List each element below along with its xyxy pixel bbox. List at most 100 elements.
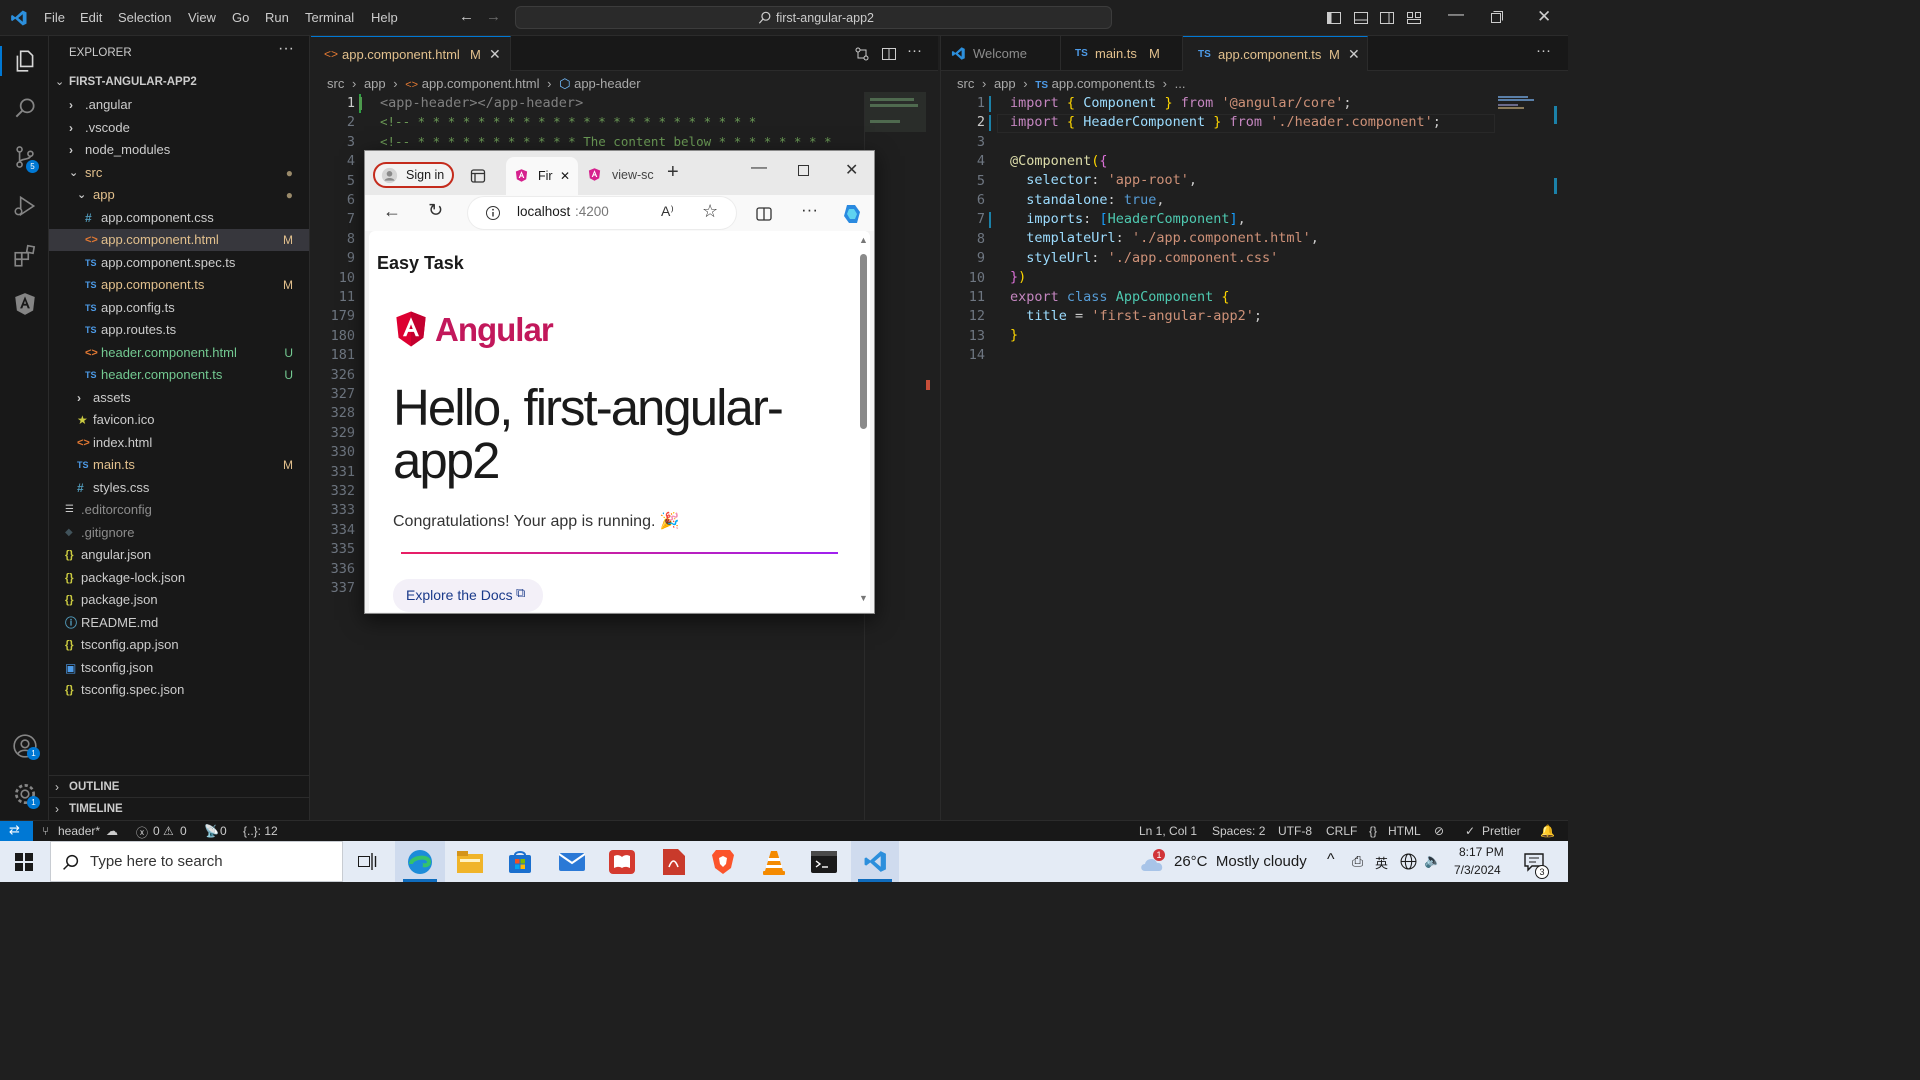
timeline-section[interactable]: › TIMELINE [49,797,309,819]
volume-icon[interactable]: 🔈 [1424,852,1441,869]
explorer-item[interactable]: # app.component.css [49,207,309,229]
explorer-item[interactable]: ▣ tsconfig.json [49,657,309,679]
scroll-down-icon[interactable]: ▼ [859,593,868,603]
split-screen-icon[interactable] [756,206,772,222]
error-count[interactable]: 0 [153,824,160,838]
menu-selection[interactable]: Selection [118,10,171,25]
task-view-icon[interactable] [358,853,377,870]
terminal-icon[interactable] [811,851,837,873]
code-line-7[interactable]: imports: [HeaderComponent], [1010,211,1246,227]
editor-more-icon[interactable]: ··· [1536,42,1551,59]
minimize-icon[interactable]: — [751,159,767,177]
breadcrumb-file[interactable]: app.component.html [422,76,540,91]
explorer-item[interactable]: › node_modules [49,139,309,161]
formatter[interactable]: Prettier [1482,824,1521,838]
explorer-item[interactable]: {} tsconfig.spec.json [49,679,309,701]
address-bar[interactable]: localhost :4200 A⁾ ☆ [468,197,736,229]
extensions-icon[interactable] [12,243,38,269]
explorer-item[interactable]: › .vscode [49,117,309,139]
explorer-item[interactable]: <> app.component.html M [49,229,309,251]
pdf-app-icon[interactable] [663,849,685,875]
indentation[interactable]: Spaces: 2 [1212,824,1265,838]
explorer-item[interactable]: <> index.html [49,432,309,454]
menu-file[interactable]: File [44,10,65,25]
tab-actions-icon[interactable] [470,168,486,184]
toggle-panel-icon[interactable] [1353,10,1369,26]
run-debug-icon[interactable] [12,193,38,219]
toggle-primary-sidebar-icon[interactable] [1326,10,1342,26]
more-actions-icon[interactable]: ··· [278,40,294,58]
scrollbar-thumb[interactable] [860,254,867,429]
scroll-up-icon[interactable]: ▲ [859,235,868,245]
explorer-item[interactable]: ★ favicon.ico [49,409,309,431]
menu-help[interactable]: Help [371,10,398,25]
code-line-5[interactable]: selector: 'app-root', [1010,172,1197,188]
vlc-icon[interactable] [762,849,786,875]
meet-now-icon[interactable]: ⎙ [1352,853,1363,870]
tab-app-component-html[interactable]: <> app.component.html M ✕ [311,36,511,71]
mail-icon[interactable] [559,851,585,873]
customize-layout-icon[interactable] [1406,10,1422,26]
encoding[interactable]: UTF-8 [1278,824,1312,838]
breadcrumb-app[interactable]: app [364,76,386,91]
explorer-item[interactable]: › .angular [49,94,309,116]
windows-start-icon[interactable] [15,853,33,871]
explorer-item[interactable]: › assets [49,387,309,409]
clock-date[interactable]: 7/3/2024 [1454,863,1501,877]
breadcrumb-more[interactable]: ... [1175,76,1186,91]
code-line-12[interactable]: title = 'first-angular-app2'; [1010,308,1262,324]
explorer-item[interactable]: # styles.css [49,477,309,499]
refresh-icon[interactable]: ↻ [428,200,443,221]
breadcrumb-app[interactable]: app [994,76,1016,91]
explorer-icon[interactable] [12,48,38,74]
menu-terminal[interactable]: Terminal [305,10,354,25]
code-line-6[interactable]: standalone: true, [1010,192,1164,208]
explorer-item[interactable]: TS app.component.ts M [49,274,309,296]
tab-welcome[interactable]: Welcome [941,36,1061,71]
code-line-9[interactable]: styleUrl: './app.component.css' [1010,250,1278,266]
explorer-item[interactable]: {} package.json [49,589,309,611]
site-info-icon[interactable] [485,205,501,221]
menu-view[interactable]: View [188,10,216,25]
workspace-root[interactable]: ⌄ FIRST-ANGULAR-APP2 [49,72,309,94]
minimize-icon[interactable]: — [1448,6,1464,24]
code-line-4[interactable]: @Component({ [1010,153,1108,169]
ime-icon[interactable]: 英 [1375,853,1388,872]
clock-time[interactable]: 8:17 PM [1459,845,1504,859]
explorer-item[interactable]: TS main.ts M [49,454,309,476]
code-line-2[interactable]: <!-- * * * * * * * * * * * * * * * * * *… [380,114,756,129]
code-line-1[interactable]: import { Component } from '@angular/core… [1010,95,1352,111]
forward-arrow-icon[interactable]: → [486,8,501,25]
explorer-item[interactable]: ⌄ src ● [49,162,309,184]
explore-docs-link[interactable]: Explore the Docs ⧉ [393,579,543,612]
explorer-item[interactable]: ◆ .gitignore [49,522,309,544]
code-line-3[interactable]: <!-- * * * * * * * * * * * The content b… [380,134,832,149]
close-tab-icon[interactable]: ✕ [1348,37,1360,72]
warning-count[interactable]: 0 [180,824,187,838]
explorer-item[interactable]: {} angular.json [49,544,309,566]
menu-go[interactable]: Go [232,10,249,25]
explorer-item[interactable]: ⓘ README.md [49,612,309,634]
menu-edit[interactable]: Edit [80,10,102,25]
explorer-item[interactable]: ☰ .editorconfig [49,499,309,521]
chevron-up-icon[interactable]: ^ [1327,851,1335,869]
breadcrumb-file[interactable]: app.component.ts [1052,76,1155,91]
new-tab-icon[interactable]: + [667,161,679,184]
search-view-icon[interactable] [12,95,38,121]
split-editor-icon[interactable] [881,46,897,62]
reader-app-icon[interactable] [609,850,635,874]
breadcrumb-symbol[interactable]: app-header [574,76,641,91]
explorer-item[interactable]: TS app.component.spec.ts [49,252,309,274]
language-mode[interactable]: HTML [1388,824,1421,838]
browser-tab-2[interactable]: view-sc [585,159,655,191]
close-tab-icon[interactable]: ✕ [560,160,570,192]
signin-button[interactable]: Sign in [373,162,454,188]
taskbar-vscode[interactable] [851,841,899,882]
code-line-13[interactable]: } [1010,327,1018,343]
explorer-item[interactable]: {} package-lock.json [49,567,309,589]
toggle-secondary-sidebar-icon[interactable] [1379,10,1395,26]
menu-run[interactable]: Run [265,10,289,25]
brave-browser-icon[interactable] [711,849,735,875]
explorer-item[interactable]: TS header.component.ts U [49,364,309,386]
angular-console-icon[interactable] [12,291,38,317]
